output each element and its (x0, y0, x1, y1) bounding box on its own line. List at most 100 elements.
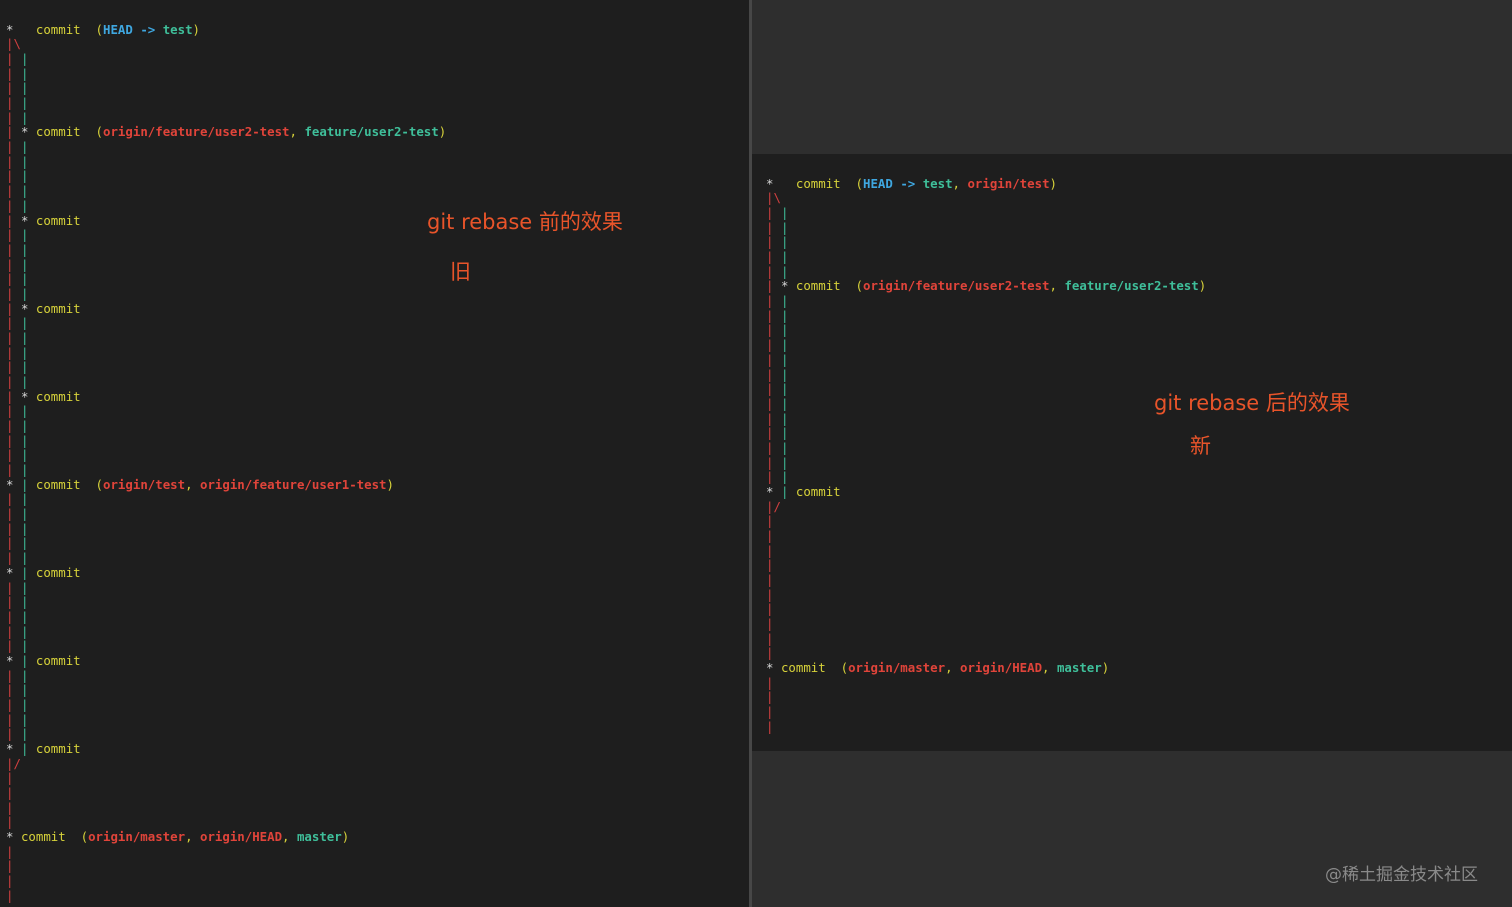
commit-line: * | commit (origin/test, origin/feature/… (6, 476, 394, 492)
graph-char (13, 345, 20, 360)
graph-char (788, 543, 795, 558)
graph-char (788, 469, 795, 484)
graph-char (58, 359, 65, 374)
graph-char (28, 491, 35, 506)
graph-char (788, 337, 795, 352)
graph-char (788, 601, 795, 616)
ref-paren: ( (848, 278, 864, 294)
graph-glyph: | * (6, 389, 36, 404)
graph-glyph: | | (6, 80, 36, 95)
graph-char (13, 477, 20, 492)
commit-keyword: commit (35, 476, 89, 492)
graph-char (13, 668, 20, 683)
blank-line: | | (6, 727, 36, 741)
commit-line: | * commit (origin/feature/user2-test, f… (6, 125, 446, 139)
annotation-after-sub: 新 (1190, 434, 1211, 458)
author-line: | | (6, 140, 36, 154)
graph-glyph: | (766, 543, 826, 558)
branch-ref: origin/feature/user2-test (103, 124, 290, 140)
graph-char (13, 139, 20, 154)
graph-char (28, 785, 35, 800)
graph-char (28, 580, 35, 595)
graph-char (773, 543, 780, 558)
commit-line: | * commit (6, 389, 88, 404)
graph-char (13, 213, 20, 228)
graph-char (773, 455, 780, 470)
graph-char (28, 315, 35, 330)
graph-glyph: | (766, 528, 796, 543)
date-line: | (766, 690, 781, 704)
graph-char (28, 213, 35, 228)
graph-char (28, 638, 35, 653)
blank-line: | | (6, 257, 36, 272)
message-line: | | (766, 250, 826, 264)
terminal-after[interactable]: * commit (HEAD -> test, origin/test) |\ |… (752, 154, 1512, 751)
graph-glyph: | | (766, 352, 796, 367)
graph-char (788, 499, 795, 514)
graph-char (13, 697, 20, 712)
graph-char (28, 418, 35, 433)
blank-line: | | (6, 463, 36, 477)
graph-char (788, 645, 795, 660)
graph-glyph: | | (6, 315, 36, 330)
graph-char (13, 227, 20, 242)
terminal-before[interactable]: * commit (HEAD -> test) |\ | | | | | | | … (0, 0, 749, 907)
graph-char (773, 572, 780, 587)
commit-keyword: commit (795, 278, 849, 294)
graph-char (43, 95, 50, 110)
graph-glyph: | | (6, 506, 36, 521)
graph-char (13, 80, 20, 95)
graph-char (28, 433, 35, 448)
message-line: | | (6, 184, 66, 198)
commit-keyword: commit (795, 175, 849, 191)
graph-char (818, 367, 825, 382)
graph-glyph: | | (6, 139, 36, 154)
graph-char (818, 425, 825, 440)
date-line: | | (6, 507, 36, 521)
graph-char (28, 506, 35, 521)
graph-char (28, 550, 35, 565)
branch-ref: origin/test (967, 175, 1050, 191)
graph-char (788, 631, 795, 646)
blank-line: | | (6, 169, 36, 183)
graph-glyph: * (766, 660, 781, 675)
graph-char (788, 367, 795, 382)
graph-char (788, 176, 795, 191)
graph-char (803, 396, 810, 411)
graph-glyph: | | (6, 594, 36, 609)
annotation-after-title: git rebase 后的效果 (1154, 391, 1350, 415)
graph-char (58, 624, 65, 639)
branch-ref: HEAD -> (863, 175, 923, 191)
graph-char (818, 337, 825, 352)
branch-ref: origin/feature/user1-test (200, 476, 387, 492)
graph-char: / (773, 498, 781, 514)
graph-char (773, 367, 780, 382)
message-line: | (766, 573, 826, 587)
date-line: | | (766, 220, 796, 235)
ref-separator: , (282, 829, 297, 845)
graph-char (58, 447, 65, 462)
blank-line: | | (766, 235, 796, 249)
graph-glyph: | | (6, 521, 36, 536)
branch-ref: test (922, 175, 953, 191)
graph-char: \ (773, 190, 781, 206)
blank-line: | (6, 786, 36, 800)
branch-ref: master (296, 829, 342, 845)
graph-char (28, 183, 35, 198)
graph-glyph: | | (6, 580, 36, 595)
graph-char (773, 557, 780, 572)
graph-glyph: | | (766, 293, 796, 308)
graph-glyph: | | (766, 381, 796, 396)
blank-line: | (6, 815, 36, 829)
graph-glyph: | | (766, 425, 826, 440)
graph-char (788, 278, 795, 293)
graph-char (13, 535, 20, 550)
graph-char (13, 873, 20, 888)
blank-line: | (766, 705, 781, 719)
ref-separator: , (1049, 278, 1065, 294)
blank-line: | | (6, 345, 36, 360)
graph-glyph: | | (766, 440, 796, 455)
graph-char (28, 66, 35, 81)
ref-paren: ) (192, 21, 201, 37)
graph-char (788, 190, 795, 205)
